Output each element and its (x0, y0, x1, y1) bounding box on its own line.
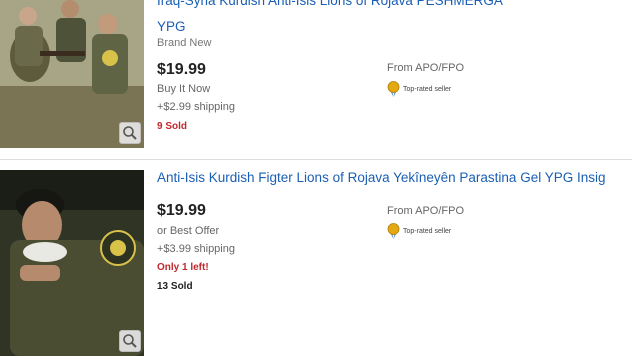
listing-title[interactable]: Anti-Isis Kurdish Figter Lions of Rojava… (157, 169, 632, 187)
item-price: $19.99 (157, 202, 206, 219)
listing-thumbnail[interactable] (0, 170, 144, 356)
item-location: From APO/FPO (387, 205, 465, 217)
quantity-remaining: Only 1 left! (157, 262, 209, 273)
shipping-cost: +$2.99 shipping (157, 101, 235, 113)
listing-title-continued[interactable]: YPG (157, 18, 186, 36)
seller-badge-label: Top-rated seller (403, 85, 452, 93)
shipping-cost: +$3.99 shipping (157, 243, 235, 255)
magnifier-icon[interactable] (119, 330, 141, 352)
listing-thumbnail[interactable] (0, 0, 144, 148)
listing-title[interactable]: Iraq-Syria Kurdish Anti-Isis Lions of Ro… (157, 0, 627, 10)
item-location: From APO/FPO (387, 62, 465, 74)
magnifier-icon[interactable] (119, 122, 141, 144)
listing-item-1[interactable]: Iraq-Syria Kurdish Anti-Isis Lions of Ro… (0, 0, 632, 159)
sold-count: 13 Sold (157, 281, 193, 292)
top-rated-seller-badge: Top-rated seller (387, 223, 451, 239)
listing-item-2[interactable]: Anti-Isis Kurdish Figter Lions of Rojava… (0, 170, 632, 356)
top-rated-medal-icon (387, 81, 400, 97)
top-rated-medal-icon (387, 223, 400, 239)
sold-count: 9 Sold (157, 121, 188, 132)
buying-format: or Best Offer (157, 225, 220, 237)
top-rated-seller-badge: Top-rated seller (387, 81, 451, 97)
listing-divider (0, 159, 632, 160)
thumbnail-photo (0, 170, 144, 356)
item-price: $19.99 (157, 61, 206, 78)
item-condition: Brand New (157, 37, 212, 49)
seller-badge-label: Top-rated seller (403, 227, 452, 235)
buying-format: Buy It Now (157, 83, 211, 95)
